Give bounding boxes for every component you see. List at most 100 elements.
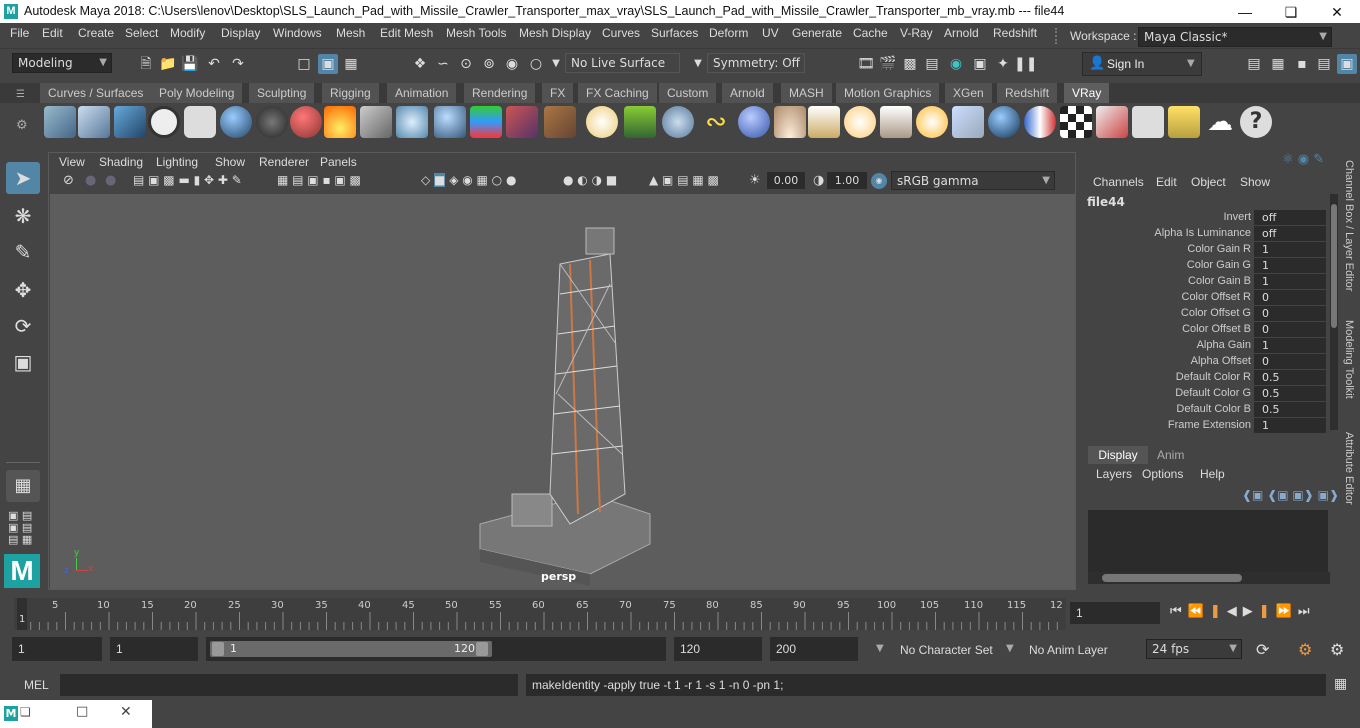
attr-value[interactable]: 0 (1254, 290, 1326, 305)
maximize-icon[interactable]: ❏ (1268, 2, 1314, 22)
menu-mesh-display[interactable]: Mesh Display (519, 26, 591, 40)
chevron-down-icon[interactable]: ▼ (876, 643, 884, 654)
snap-view-icon[interactable]: ⊚ (479, 54, 499, 74)
single-view-icon[interactable]: ▦ (6, 470, 40, 502)
chevron-down-icon[interactable]: ▼ (688, 54, 708, 74)
gear-icon[interactable]: ⚙ (16, 118, 28, 133)
vray-scatter-icon[interactable] (662, 106, 694, 138)
vray-logo-icon[interactable] (148, 106, 180, 138)
vray-multi-material-icon[interactable] (78, 106, 110, 138)
range-slider-track[interactable]: 1 120 (206, 637, 666, 661)
vray-ball-icon[interactable] (1024, 106, 1056, 138)
tab-redshift[interactable]: Redshift (997, 83, 1059, 103)
attr-value[interactable]: 1 (1254, 274, 1326, 289)
layer-editor-icon[interactable]: ▣ (1337, 54, 1357, 74)
tab-fx-caching[interactable]: FX Caching (578, 83, 658, 103)
vray-checker-icon[interactable] (1060, 106, 1092, 138)
menu-arnold[interactable]: Arnold (944, 26, 979, 40)
snap-curve-icon[interactable]: ∽ (433, 54, 453, 74)
channel-box-scrollbar[interactable] (1330, 194, 1338, 430)
vray-spot-light-icon[interactable] (808, 106, 840, 138)
vray-rect-light-icon[interactable] (952, 106, 984, 138)
isolate-select-icons[interactable]: ▲ ▣ ▤ ▦ ▩ (649, 173, 719, 187)
current-frame-field[interactable]: 1 (1070, 602, 1160, 624)
playback-end-field[interactable]: 120 (674, 637, 762, 661)
new-scene-icon[interactable]: 🗎 (136, 54, 156, 74)
grid-toggle-icons[interactable]: ▦ ▤ ▣ ▪ ▣ ▩ (277, 173, 361, 187)
undo-icon[interactable]: ↶ (204, 54, 224, 74)
menu-edit-mesh[interactable]: Edit Mesh (380, 26, 433, 40)
layer-action-icons[interactable]: ❰▣ ❰▣ ▣❱ ▣❱ (1242, 488, 1339, 502)
restore-icon[interactable]: ❏ (20, 705, 31, 719)
menu-display[interactable]: Display (221, 26, 260, 40)
scrollbar-thumb[interactable] (1331, 204, 1337, 328)
vp-menu-show[interactable]: Show (215, 155, 245, 169)
move-tool-icon[interactable]: ✥ (6, 274, 40, 306)
help-icon[interactable]: ? (1240, 106, 1272, 138)
modeling-toolkit-icon[interactable]: ▤ (1244, 54, 1264, 74)
range-slider-bar[interactable]: 1 120 (210, 641, 492, 657)
vray-texture-icon[interactable] (544, 106, 576, 138)
layer-list[interactable] (1088, 510, 1328, 576)
vray-bulb-icon[interactable] (1168, 106, 1200, 138)
vp-menu-view[interactable]: View (59, 155, 85, 169)
script-language-toggle[interactable]: MEL (24, 678, 49, 692)
color-management-icon[interactable]: ◉ (871, 173, 887, 189)
attr-value[interactable]: 0.5 (1254, 402, 1326, 417)
tab-custom[interactable]: Custom (659, 83, 718, 103)
attr-value[interactable]: 1 (1254, 242, 1326, 257)
vray-material-icon[interactable] (44, 106, 76, 138)
current-time-marker[interactable]: 1 (17, 598, 27, 630)
shelf-menu-icon[interactable]: ☰ (16, 89, 25, 100)
cb-menu-object[interactable]: Object (1191, 175, 1226, 189)
menu-curves[interactable]: Curves (602, 26, 640, 40)
tab-modeling-toolkit[interactable]: Modeling Toolkit (1343, 320, 1355, 399)
attr-row[interactable]: Color Gain R1 (1082, 242, 1327, 258)
lighting-mode-icons[interactable]: ● ◐ ◑ ■ (563, 173, 617, 187)
vray-sphere-icon[interactable] (220, 106, 252, 138)
menu-deform[interactable]: Deform (709, 26, 748, 40)
attr-row[interactable]: Color Gain G1 (1082, 258, 1327, 274)
vray-dome-light-icon[interactable] (586, 106, 618, 138)
rotate-tool-icon[interactable]: ⟳ (6, 310, 40, 342)
select-object-icon[interactable]: ▣ (318, 54, 338, 74)
tool-settings-icon[interactable]: ▪ (1292, 54, 1312, 74)
attr-row[interactable]: Color Offset R0 (1082, 290, 1327, 306)
vray-fire-icon[interactable] (324, 106, 356, 138)
range-handle-start[interactable] (212, 642, 224, 656)
tab-rendering[interactable]: Rendering (464, 83, 537, 103)
attr-value[interactable]: 0.5 (1254, 386, 1326, 401)
script-editor-icon[interactable]: ▦ (1334, 676, 1347, 692)
select-hierarchy-icon[interactable]: □ (294, 54, 314, 74)
vray-render-elements-icon[interactable] (1096, 106, 1128, 138)
select-tool-icon[interactable]: ➤ (6, 162, 40, 194)
preferences-icon[interactable]: ⚙ (1330, 640, 1344, 659)
animation-end-field[interactable]: 200 (770, 637, 858, 661)
tab-display[interactable]: Display (1088, 446, 1148, 464)
menu-generate[interactable]: Generate (792, 26, 842, 40)
vray-plane-icon[interactable] (396, 106, 428, 138)
vray-cloud-icon[interactable]: ☁ (1204, 106, 1236, 138)
gamma-field[interactable]: 1.00 (827, 172, 867, 189)
menu-file[interactable]: File (10, 26, 29, 40)
vray-point-light-icon[interactable] (916, 106, 948, 138)
render-settings-icon[interactable]: ▤ (922, 54, 942, 74)
channel-box-icon[interactable]: ▤ (1314, 54, 1334, 74)
attr-value[interactable]: 1 (1254, 418, 1326, 433)
lasso-tool-icon[interactable]: ❋ (6, 200, 40, 232)
attr-row[interactable]: Color Gain B1 (1082, 274, 1327, 290)
tab-fx[interactable]: FX (542, 83, 575, 103)
menu-mesh[interactable]: Mesh (336, 26, 365, 40)
attr-value[interactable]: 0.5 (1254, 370, 1326, 385)
chevron-down-icon[interactable]: ▼ (546, 54, 566, 74)
attr-value[interactable]: off (1254, 210, 1326, 225)
hypershade-icon[interactable]: ◉ (946, 54, 966, 74)
vray-balls-icon[interactable] (290, 106, 322, 138)
fps-dropdown[interactable]: 24 fps ▼ (1146, 639, 1242, 659)
bookmark-icon[interactable]: ● (85, 173, 96, 188)
time-slider-track[interactable]: 1 5 10 15 20 25 30 35 40 45 50 55 60 65 … (14, 598, 1066, 630)
animation-start-field[interactable]: 1 (12, 637, 102, 661)
redo-icon[interactable]: ↷ (228, 54, 248, 74)
vray-ies-light-icon[interactable] (880, 106, 912, 138)
ipr-render-icon[interactable]: ▩ (900, 54, 920, 74)
